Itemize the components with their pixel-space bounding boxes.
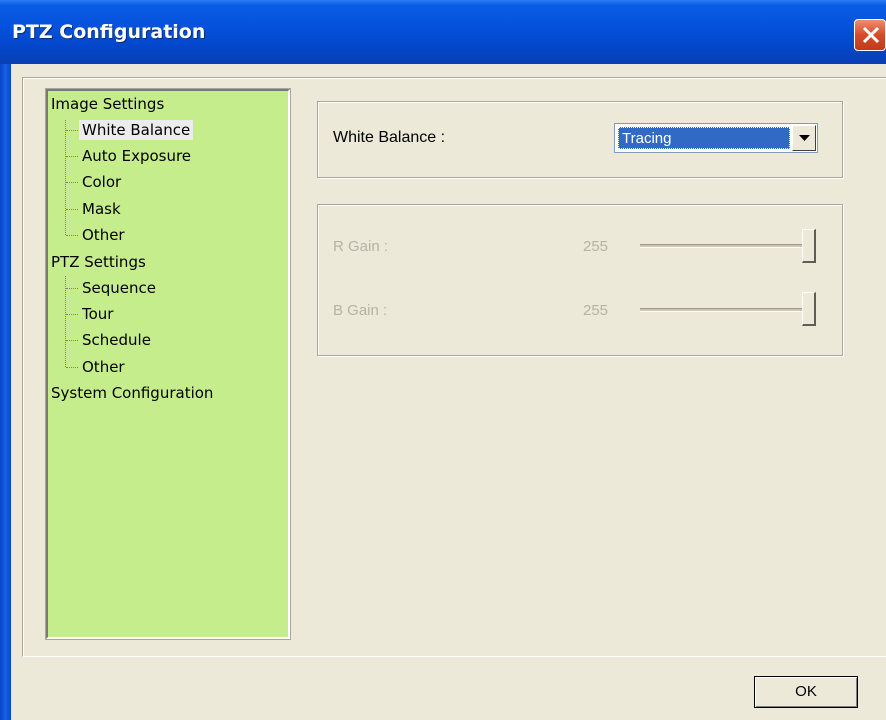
b-gain-slider-thumb[interactable] [802, 292, 816, 326]
tree-connector [65, 276, 66, 367]
ok-button[interactable]: OK [754, 676, 858, 708]
tree-item-white-balance[interactable]: White Balance [79, 120, 194, 140]
tree-item-image-settings[interactable]: Image Settings [51, 94, 164, 114]
tree-connector [65, 120, 66, 235]
tree-item-image-other[interactable]: Other [79, 225, 128, 245]
r-gain-value: 255 [583, 238, 609, 255]
window-border [0, 64, 11, 720]
tree-item-schedule[interactable]: Schedule [79, 330, 154, 350]
r-gain-slider-thumb[interactable] [802, 229, 816, 263]
tree-connector [66, 156, 78, 157]
r-gain-slider-track[interactable] [640, 244, 816, 248]
b-gain-label: B Gain : [333, 302, 388, 319]
tree-item-sequence[interactable]: Sequence [79, 278, 159, 298]
tree-item-color[interactable]: Color [79, 172, 124, 192]
tree-connector [66, 314, 78, 315]
close-icon [862, 26, 880, 44]
tree-item-tour[interactable]: Tour [79, 304, 116, 324]
tree-item-mask[interactable]: Mask [79, 199, 124, 219]
b-gain-slider-track[interactable] [640, 308, 816, 312]
tree-connector [66, 235, 78, 236]
tree-connector [66, 209, 78, 210]
chevron-down-icon [799, 135, 810, 141]
tree-item-auto-exposure[interactable]: Auto Exposure [79, 146, 194, 166]
tree-connector [66, 130, 78, 131]
white-balance-selected-value: Tracing [618, 127, 790, 149]
dropdown-button[interactable] [792, 125, 816, 151]
tree-item-ptz-settings[interactable]: PTZ Settings [51, 252, 146, 272]
tree-connector [66, 288, 78, 289]
r-gain-label: R Gain : [333, 238, 389, 255]
ptz-configuration-window: PTZ Configuration Image Settings White B… [0, 0, 886, 720]
tree-connector [66, 182, 78, 183]
tree-item-system-configuration[interactable]: System Configuration [51, 383, 213, 403]
tree-connector [66, 340, 78, 341]
white-balance-label: White Balance : [333, 129, 446, 146]
b-gain-value: 255 [583, 302, 609, 319]
gain-group [317, 204, 843, 356]
tree-connector [66, 367, 78, 368]
white-balance-select[interactable]: Tracing [614, 123, 818, 153]
close-button[interactable] [854, 19, 886, 51]
window-title: PTZ Configuration [12, 21, 206, 43]
tree-item-ptz-other[interactable]: Other [79, 357, 128, 377]
title-bar[interactable]: PTZ Configuration [0, 0, 886, 64]
